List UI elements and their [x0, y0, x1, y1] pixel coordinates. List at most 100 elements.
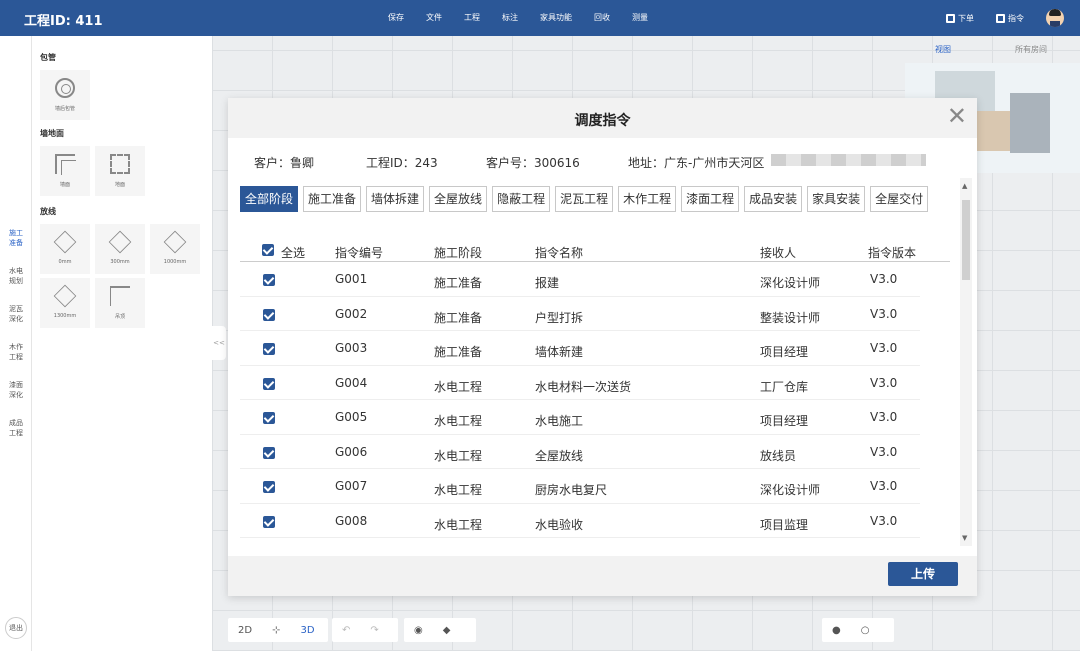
cell-stage: 水电工程 — [434, 517, 483, 532]
close-icon[interactable]: ✕ — [947, 104, 967, 128]
scroll-down-icon[interactable]: ▼ — [962, 534, 967, 542]
row-checkbox[interactable] — [263, 446, 275, 459]
exit-button[interactable]: 退出 — [5, 617, 27, 639]
fit-view-icon[interactable]: ⊹ — [262, 625, 290, 636]
table-row[interactable]: G003 施工准备 墙体新建 项目经理 V3.0 — [240, 331, 920, 366]
stage-all[interactable]: 全部阶段 — [240, 186, 299, 212]
table-row[interactable]: G002 施工准备 户型打拆 整装设计师 V3.0 — [240, 297, 920, 331]
col-version: 指令版本 — [868, 246, 917, 260]
menu-furniture[interactable]: 家具功能 — [540, 12, 572, 23]
cell-code: G005 — [335, 410, 368, 424]
component-ceiling[interactable]: 吊顶 — [95, 278, 145, 328]
col-name: 指令名称 — [535, 246, 584, 260]
row-checkbox[interactable] — [263, 308, 275, 321]
eraser-icon[interactable]: ◆ — [433, 625, 461, 636]
component-line-300mm[interactable]: 300mm — [95, 224, 145, 274]
cell-version: V3.0 — [870, 479, 898, 493]
component-pipe-wrap[interactable]: 墙后包管 — [40, 70, 90, 120]
component-line-1000mm[interactable]: 1000mm — [150, 224, 200, 274]
nav-label: 泥瓦 深化 — [9, 305, 23, 323]
table-row[interactable]: G004 水电工程 水电材料一次送货 工厂仓库 V3.0 — [240, 366, 920, 400]
undo-icon[interactable]: ↶ — [332, 625, 360, 636]
nav-tiling[interactable]: 泥瓦 深化 — [0, 304, 32, 324]
cell-code: G003 — [335, 341, 368, 355]
stage-painting[interactable]: 漆面工程 — [681, 186, 740, 212]
table-row[interactable]: G007 水电工程 厨房水电复尺 深化设计师 V3.0 — [240, 469, 920, 504]
nav-label: 木作 工程 — [9, 343, 23, 361]
menu-measure[interactable]: 测量 — [632, 12, 648, 23]
order-button[interactable]: 下单 — [946, 13, 974, 24]
cell-stage: 水电工程 — [434, 379, 483, 394]
table-scrollbar[interactable]: ▲ ▼ — [960, 178, 972, 546]
nav-construction-prep[interactable]: 施工 准备 — [0, 228, 32, 248]
stage-wall-demolition[interactable]: 墙体拆建 — [366, 186, 425, 212]
row-checkbox[interactable] — [263, 343, 275, 355]
tab-all-rooms[interactable]: 所有房间 — [1015, 44, 1047, 55]
table-row[interactable]: G001 施工准备 报建 深化设计师 V3.0 — [240, 262, 920, 297]
component-line-1300mm[interactable]: 1300mm — [40, 278, 90, 328]
menu-recycle[interactable]: 回收 — [594, 12, 610, 23]
avatar[interactable] — [1046, 9, 1064, 27]
cell-stage: 施工准备 — [434, 345, 483, 359]
component-wall[interactable]: 墙面 — [40, 146, 90, 196]
menu-annotate[interactable]: 标注 — [502, 12, 518, 23]
search-icon[interactable]: ○ — [851, 625, 880, 636]
dialog-footer: 上传 — [228, 556, 977, 596]
stage-product-install[interactable]: 成品安装 — [744, 186, 803, 212]
row-checkbox[interactable] — [263, 412, 275, 424]
row-checkbox[interactable] — [263, 481, 275, 493]
cell-receiver: 放线员 — [760, 448, 797, 463]
stage-filter: 全部阶段 施工准备 墙体拆建 全屋放线 隐蔽工程 泥瓦工程 木作工程 漆面工程 … — [240, 186, 929, 212]
view-2d-button[interactable]: 2D — [228, 625, 262, 636]
tab-view[interactable]: 视图 — [935, 44, 951, 55]
upload-button[interactable]: 上传 — [888, 562, 958, 586]
info-icon[interactable]: ● — [822, 625, 851, 636]
view-3d-button[interactable]: 3D — [290, 625, 324, 636]
stage-carpentry[interactable]: 木作工程 — [618, 186, 677, 212]
menu-project[interactable]: 工程 — [464, 12, 480, 23]
stage-concealed[interactable]: 隐蔽工程 — [492, 186, 551, 212]
menu-file[interactable]: 文件 — [426, 12, 442, 23]
nav-finished-products[interactable]: 成品 工程 — [0, 418, 32, 438]
cell-stage: 水电工程 — [434, 483, 483, 497]
collapse-panel-button[interactable]: << — [212, 326, 226, 360]
cube-icon — [53, 230, 77, 254]
left-nav: 施工 准备 水电 规划 泥瓦 深化 木作 工程 漆面 深化 成品 工程 退出 — [0, 36, 32, 651]
row-checkbox[interactable] — [263, 274, 275, 286]
select-all-checkbox[interactable] — [262, 244, 274, 256]
table-row[interactable]: G005 水电工程 水电施工 项目经理 V3.0 — [240, 400, 920, 435]
redo-icon[interactable]: ↷ — [360, 625, 388, 636]
stage-tiling[interactable]: 泥瓦工程 — [555, 186, 614, 212]
nav-plumbing-electric[interactable]: 水电 规划 — [0, 266, 32, 286]
component-floor[interactable]: 地面 — [95, 146, 145, 196]
order-label: 下单 — [958, 13, 974, 23]
cell-name: 水电材料一次送货 — [535, 379, 632, 394]
customer-number: 客户号：300616 — [486, 156, 580, 170]
info-toolbar: ● ○ — [822, 618, 894, 642]
scroll-up-icon[interactable]: ▲ — [962, 182, 967, 190]
row-checkbox[interactable] — [263, 515, 275, 528]
scroll-thumb[interactable] — [962, 200, 970, 280]
stage-layout[interactable]: 全屋放线 — [429, 186, 488, 212]
table-row[interactable]: G006 水电工程 全屋放线 放线员 V3.0 — [240, 435, 920, 469]
nav-carpentry[interactable]: 木作 工程 — [0, 342, 32, 362]
view-mode-toolbar: 2D ⊹ 3D — [228, 618, 328, 642]
component-label: 300mm — [110, 259, 130, 265]
table-row[interactable]: G008 水电工程 水电验收 项目监理 V3.0 — [240, 504, 920, 538]
component-line-0mm[interactable]: 0mm — [40, 224, 90, 274]
cell-version: V3.0 — [870, 444, 898, 459]
top-menu: 保存 文件 工程 标注 家具功能 回收 测量 — [388, 12, 648, 23]
nav-label: 水电 规划 — [9, 267, 23, 285]
stage-delivery[interactable]: 全屋交付 — [870, 186, 929, 212]
instruction-button[interactable]: 指令 — [996, 13, 1024, 24]
section-title: 墙地面 — [40, 129, 64, 138]
cell-version: V3.0 — [870, 513, 898, 528]
menu-save[interactable]: 保存 — [388, 12, 404, 23]
stage-prep[interactable]: 施工准备 — [303, 186, 362, 212]
stage-furniture-install[interactable]: 家具安装 — [807, 186, 866, 212]
instruction-icon — [996, 13, 1005, 23]
row-checkbox[interactable] — [263, 377, 275, 390]
eye-icon[interactable]: ◉ — [404, 625, 433, 636]
nav-painting[interactable]: 漆面 深化 — [0, 380, 32, 400]
component-label: 1300mm — [53, 313, 77, 319]
